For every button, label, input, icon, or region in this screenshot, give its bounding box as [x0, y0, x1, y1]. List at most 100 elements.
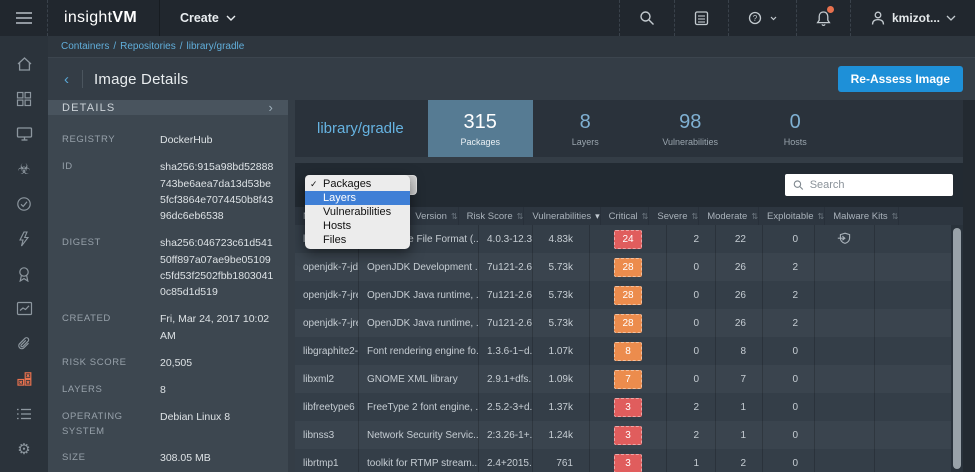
details-panel-header[interactable]: DETAILS › [48, 100, 288, 115]
details-field-value: 20,505 [160, 355, 274, 371]
view-select-option[interactable]: ✓ Layers [305, 191, 410, 205]
check-icon: ✓ [310, 177, 318, 191]
table-row[interactable]: libxml2 GNOME XML library 2.9.1+dfs.. 1.… [295, 365, 963, 393]
breadcrumb-link[interactable]: library/gradle/ [187, 41, 245, 52]
help-icon[interactable]: ? [728, 0, 796, 36]
view-select-option[interactable]: ✓ Packages [305, 177, 410, 191]
repo-name: library/gradle [295, 100, 428, 157]
left-nav-rail: ☣ ⚙ [0, 36, 48, 472]
cell-exploitable [815, 365, 875, 393]
cell-moderate: 0 [763, 225, 815, 253]
sort-icon: ⇅ [517, 212, 524, 221]
view-select-option[interactable]: ✓ Vulnerabilities [305, 205, 410, 219]
vulnerabilities-biohazard-icon[interactable]: ☣ [0, 151, 48, 186]
cell-description: OpenJDK Java runtime, ... [359, 309, 479, 337]
breadcrumb-link[interactable]: Repositories/ [120, 41, 186, 52]
cell-risk-score: 1.37k [533, 393, 590, 421]
view-select-option[interactable]: ✓ Hosts [305, 219, 410, 233]
summary-tab-strip: library/gradle 315 Packages 8 Layers [295, 100, 963, 157]
cell-version: 2:3.26-1+.. [479, 421, 533, 449]
view-select-option[interactable]: ✓ Files [305, 233, 410, 247]
scrollbar-thumb[interactable] [953, 228, 961, 469]
table-row[interactable]: libfreetype6 FreeType 2 font engine, ...… [295, 393, 963, 421]
attacks-lightning-icon[interactable] [0, 221, 48, 256]
sort-icon: ⇅ [892, 212, 899, 221]
cell-malware-kits [875, 281, 963, 309]
apps-grid-icon[interactable] [0, 81, 48, 116]
assets-monitor-icon[interactable] [0, 116, 48, 151]
search-icon[interactable] [619, 0, 674, 36]
cell-moderate: 0 [763, 449, 815, 472]
summary-tab[interactable]: 0 Hosts [743, 100, 848, 157]
summary-tab[interactable]: 98 Vulnerabilities [638, 100, 743, 157]
shared-paperclip-icon[interactable] [0, 326, 48, 361]
view-select-open-menu: ✓ Packages ✓ Layers ✓ Vulnerabilit [305, 175, 410, 249]
table-column-header[interactable]: Vulnerabilities ▾ [524, 207, 600, 225]
insightvm-logo: insightVM [48, 9, 159, 27]
cell-vulnerabilities: 7 [590, 365, 667, 393]
cell-vulnerabilities: 8 [590, 337, 667, 365]
breadcrumb-link[interactable]: Containers/ [61, 41, 120, 52]
user-menu[interactable]: kmizot... [850, 0, 975, 36]
management-list-icon[interactable] [0, 396, 48, 431]
summary-tab[interactable]: 8 Layers [533, 100, 638, 157]
sort-icon: ⇅ [451, 212, 458, 221]
table-column-header[interactable]: Exploitable ⇅ [759, 207, 825, 225]
administration-gear-icon[interactable]: ⚙ [0, 431, 48, 466]
cell-risk-score: 5.73k [533, 253, 590, 281]
vulnerability-count-badge: 8 [614, 342, 642, 361]
policies-check-icon[interactable] [0, 186, 48, 221]
table-column-header[interactable]: Malware Kits ⇅ [825, 207, 899, 225]
goals-ribbon-icon[interactable] [0, 256, 48, 291]
details-field-label: ID [62, 159, 160, 224]
page-header: ‹ Image Details Re-Assess Image [48, 58, 975, 100]
details-field-label: RISK SCORE [62, 355, 160, 371]
cell-version: 1.3.6-1~d.. [479, 337, 533, 365]
menu-icon[interactable] [0, 0, 48, 36]
divider [82, 70, 83, 88]
create-button[interactable]: Create [160, 0, 250, 36]
table-row[interactable]: libgraphite2-3 Font rendering engine fo.… [295, 337, 963, 365]
cell-critical: 0 [667, 337, 716, 365]
table-column-header[interactable]: Risk Score ⇅ [459, 207, 525, 225]
details-field: OPERATING SYSTEM Debian Linux 8 [62, 409, 274, 439]
table-column-header[interactable]: Moderate ⇅ [699, 207, 759, 225]
table-row[interactable]: openjdk-7-jdk OpenJDK Development ... 7u… [295, 253, 963, 281]
summary-tab[interactable]: 315 Packages [428, 100, 533, 157]
details-field-value: DockerHub [160, 132, 274, 148]
containers-icon[interactable] [0, 361, 48, 396]
cell-version: 2.9.1+dfs.. [479, 365, 533, 393]
chevron-down-icon [226, 15, 236, 21]
reports-chart-icon[interactable] [0, 291, 48, 326]
cell-description: OpenJDK Development ... [359, 253, 479, 281]
search-input[interactable] [810, 179, 945, 191]
table-column-header[interactable]: Critical ⇅ [601, 207, 650, 225]
cell-vulnerabilities: 28 [590, 281, 667, 309]
tab-count: 8 [580, 111, 591, 134]
tab-label: Layers [572, 137, 599, 147]
table-row[interactable]: openjdk-7-jre OpenJDK Java runtime, ... … [295, 281, 963, 309]
sort-icon: ▾ [595, 211, 600, 222]
table-column-header[interactable]: Version ⇅ [407, 207, 458, 225]
table-column-header[interactable]: Severe ⇅ [649, 207, 699, 225]
cell-name: openjdk-7-jre [295, 281, 359, 309]
chevron-down-icon [770, 16, 777, 21]
vulnerability-count-badge: 28 [614, 314, 642, 333]
cell-description: FreeType 2 font engine, ... [359, 393, 479, 421]
cell-exploitable [815, 393, 875, 421]
home-icon[interactable] [0, 46, 48, 81]
calendar-icon[interactable] [674, 0, 728, 36]
details-field: RISK SCORE 20,505 [62, 355, 274, 371]
table-row[interactable]: librtmp1 toolkit for RTMP stream... 2.4+… [295, 449, 963, 472]
cell-version: 7u121-2.6.. [479, 253, 533, 281]
table-row[interactable]: openjdk-7-jre-.. OpenJDK Java runtime, .… [295, 309, 963, 337]
cell-moderate: 2 [763, 281, 815, 309]
cell-severe: 2 [716, 449, 763, 472]
cell-exploitable [815, 281, 875, 309]
cell-malware-kits [875, 253, 963, 281]
reassess-image-button[interactable]: Re-Assess Image [838, 66, 963, 92]
back-button[interactable]: ‹ [60, 71, 73, 88]
notifications-button[interactable] [796, 0, 850, 36]
cell-malware-kits [875, 337, 963, 365]
table-row[interactable]: libnss3 Network Security Servic... 2:3.2… [295, 421, 963, 449]
